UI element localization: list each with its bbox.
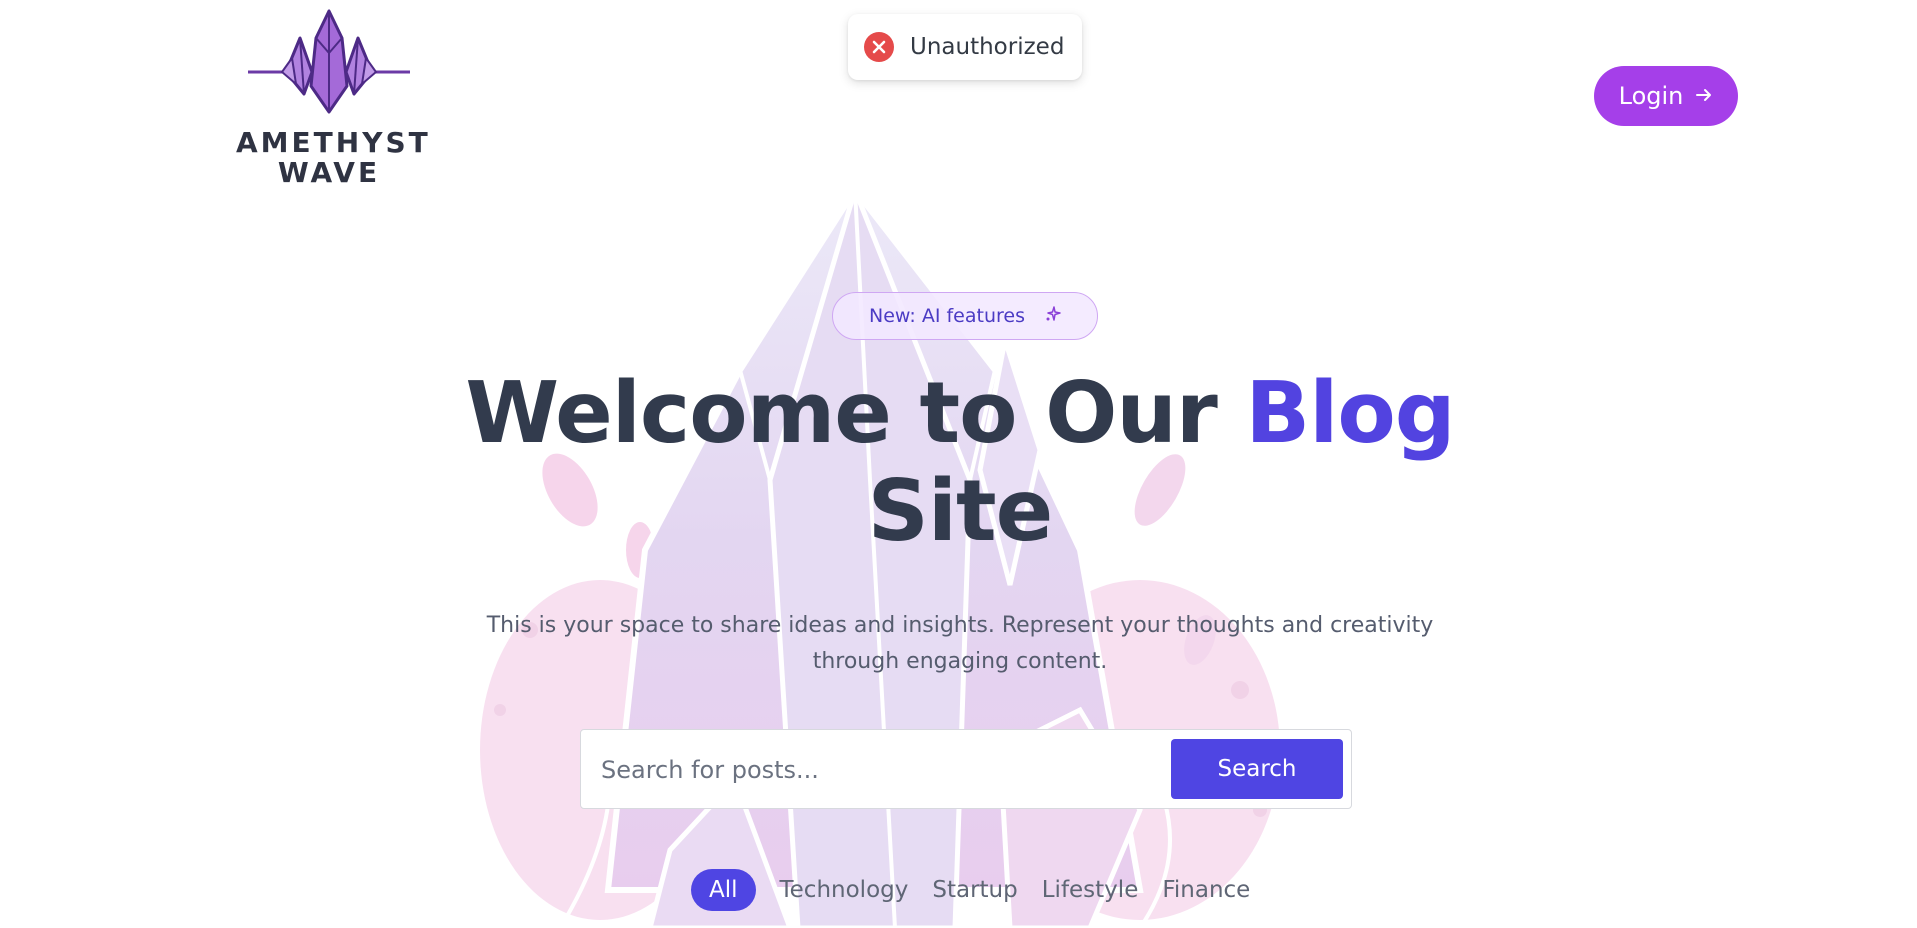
badge-label: New: AI features (869, 305, 1025, 327)
sparkle-icon (1045, 305, 1061, 327)
arrow-right-icon (1695, 82, 1713, 110)
category-all[interactable]: All (691, 869, 756, 911)
category-startup[interactable]: Startup (920, 869, 1029, 911)
brand-name-line2: WAVE (277, 156, 381, 189)
login-button[interactable]: Login (1594, 66, 1738, 126)
amethyst-crystal-logo-icon (248, 9, 410, 114)
category-finance[interactable]: Finance (1150, 869, 1262, 911)
category-technology[interactable]: Technology (768, 869, 921, 911)
toast-message: Unauthorized (910, 34, 1065, 60)
new-features-badge[interactable]: New: AI features (832, 292, 1098, 340)
brand-name: AMETHYST WAVE (236, 126, 431, 189)
title-second-line: Site (867, 462, 1054, 561)
search-bar: Search (580, 729, 1352, 809)
title-main: Welcome to Our (465, 364, 1246, 463)
error-toast[interactable]: Unauthorized (848, 14, 1082, 80)
search-input[interactable] (599, 746, 1143, 794)
error-x-icon (864, 32, 894, 62)
page-title: Welcome to Our Blog Site (460, 365, 1460, 561)
category-lifestyle[interactable]: Lifestyle (1030, 869, 1151, 911)
hero-subtitle: This is your space to share ideas and in… (486, 613, 1434, 674)
brand-name-line1: AMETHYST (236, 126, 431, 159)
login-button-label: Login (1618, 82, 1684, 110)
search-button[interactable]: Search (1171, 739, 1343, 799)
title-accent-word: Blog (1245, 364, 1455, 463)
brand-logo[interactable]: AMETHYST WAVE (236, 8, 428, 188)
category-filter: All Technology Startup Lifestyle Finance (691, 868, 1262, 912)
